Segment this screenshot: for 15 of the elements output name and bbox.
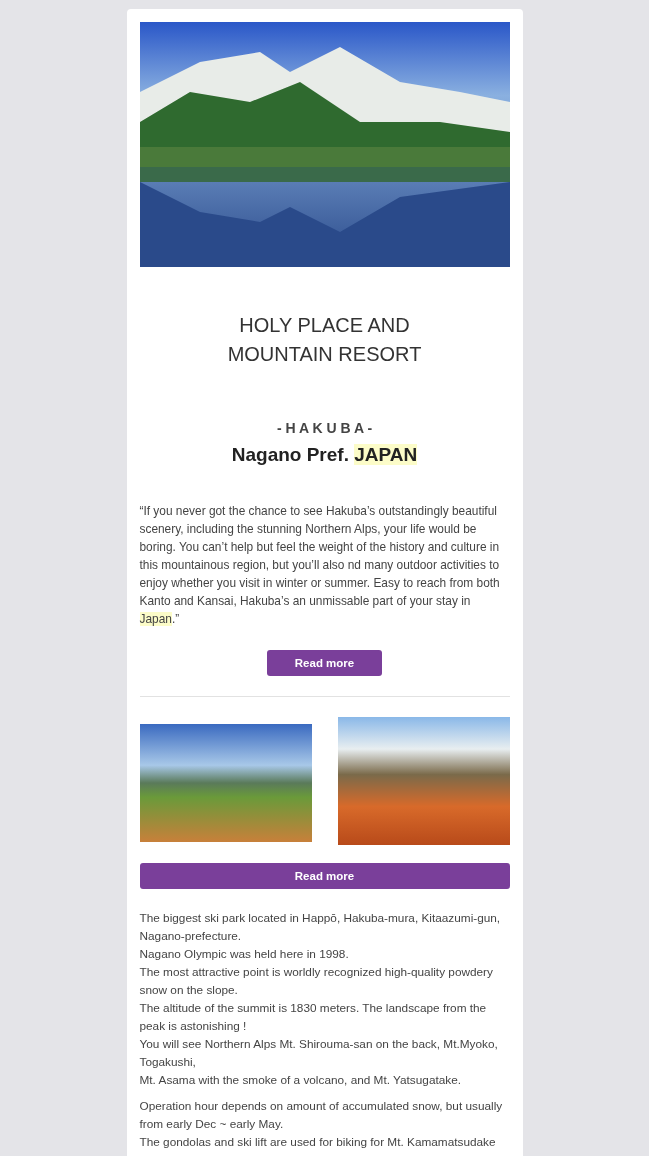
title: MOUNTAIN RESORT bbox=[226, 342, 423, 367]
headline: Nagano Pref. JAPAN bbox=[230, 444, 419, 466]
subtitle: - H A K U B A - bbox=[275, 420, 374, 436]
quote-paragraph: “If you never got the chance to see Hakuba’s outstandingly beautiful scenery, including the stunning Northern Alps, your life would be boring. You can’t help but feel the weight of the history and culture in this mountainous region, but you’ll also nd many outdoor activities to enjoy whether you visit in winter or summer. Easy to reach from both Kanto and Kansai, Hakuba’s an unmissable part of your stay in Japan.” bbox=[139, 503, 501, 628]
title: HOLY PLACE AND bbox=[238, 313, 411, 338]
read-more-button[interactable]: Read more bbox=[139, 863, 510, 889]
body-text: The gondolas and ski lift are used for biking for Mt. Kamamatsudake bbox=[139, 1134, 497, 1151]
body-text: Operation hour depends on amount of accumulated snow, but usually from early Dec ~ early May. bbox=[139, 1098, 504, 1133]
read-more-button[interactable]: Read more bbox=[267, 650, 382, 676]
body-text: The altitude of the summit is 1830 meters. The landscape from the peak is astonishing ! bbox=[139, 1000, 488, 1035]
body-text: You will see Northern Alps Mt. Shirouma-san on the back, Mt.Myoko, Togakushi, bbox=[139, 1036, 499, 1071]
body-text: Nagano Olympic was held here in 1998. bbox=[139, 946, 350, 963]
body-text: The biggest ski park located in Happō, Hakuba-mura, Kitaazumi-gun, Nagano-prefecture. bbox=[139, 910, 502, 945]
body-text: Mt. Asama with the smoke of a volcano, and Mt. Yatsugatake. bbox=[139, 1072, 463, 1089]
body-text: The most attractive point is worldly recognized high-quality powdery snow on the slope. bbox=[139, 964, 494, 999]
